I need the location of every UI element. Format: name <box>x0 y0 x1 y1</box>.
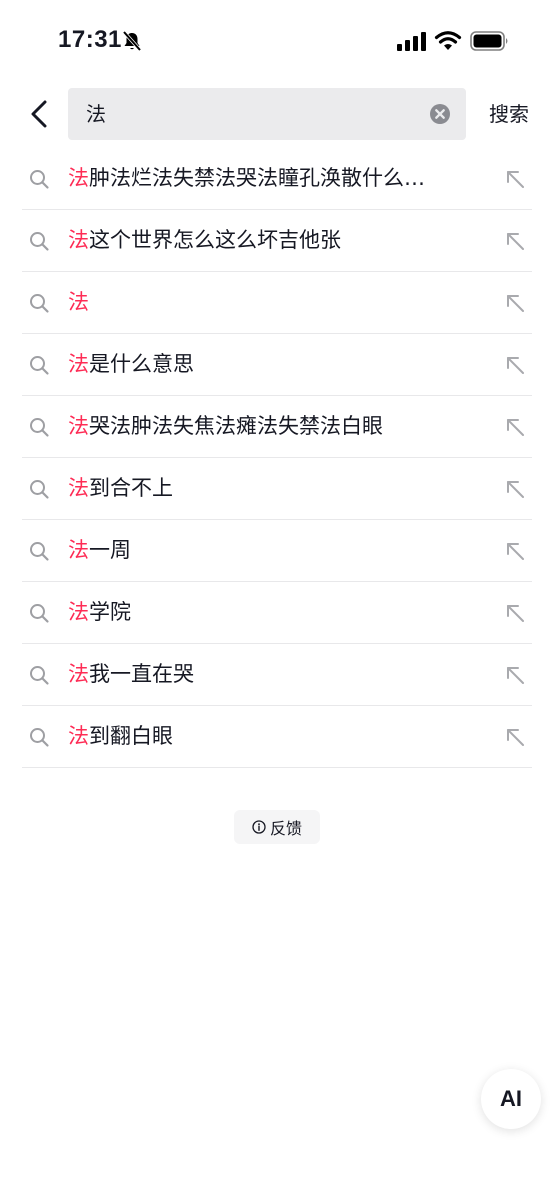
suggestion-highlight: 法 <box>68 476 89 500</box>
suggestion-text: 法肿法烂法失禁法哭法瞳孔涣散什么… <box>68 148 476 209</box>
suggestion-text: 法到翻白眼 <box>68 706 476 767</box>
search-icon <box>30 480 49 499</box>
suggestion-rest: 哭法肿法失焦法瘫法失禁法白眼 <box>89 414 383 438</box>
fill-query-arrow-icon[interactable] <box>503 229 527 253</box>
fill-query-arrow-icon[interactable] <box>503 415 527 439</box>
suggestion-text: 法我一直在哭 <box>68 644 476 705</box>
fill-query-arrow-icon[interactable] <box>503 539 527 563</box>
suggestion-rest: 我一直在哭 <box>89 662 194 686</box>
ai-label: AI <box>500 1086 522 1111</box>
search-icon <box>30 604 49 623</box>
fill-query-arrow-icon[interactable] <box>503 601 527 625</box>
suggestion-item[interactable]: 法一周 <box>22 520 532 582</box>
fill-query-arrow-icon[interactable] <box>503 725 527 749</box>
suggestion-highlight: 法 <box>68 414 89 438</box>
suggestion-item[interactable]: 法是什么意思 <box>22 334 532 396</box>
suggestion-text: 法一周 <box>68 520 476 581</box>
suggestion-rest: 学院 <box>89 600 131 624</box>
suggestion-highlight: 法 <box>68 538 89 562</box>
clear-input-icon[interactable] <box>430 104 450 124</box>
search-box[interactable] <box>68 88 466 140</box>
back-button[interactable] <box>22 96 56 132</box>
suggestion-item[interactable]: 法哭法肿法失焦法瘫法失禁法白眼 <box>22 396 532 458</box>
suggestion-highlight: 法 <box>68 662 89 686</box>
fill-query-arrow-icon[interactable] <box>503 663 527 687</box>
wifi-icon <box>434 31 462 50</box>
ai-assistant-button[interactable]: AI <box>481 1069 541 1129</box>
suggestion-item[interactable]: 法肿法烂法失禁法哭法瞳孔涣散什么… <box>22 148 532 210</box>
bell-slash-icon <box>122 30 142 52</box>
fill-query-arrow-icon[interactable] <box>503 167 527 191</box>
search-icon <box>30 294 49 313</box>
suggestion-list: 法肿法烂法失禁法哭法瞳孔涣散什么… 法这个世界怎么这么坏吉他张 法 法是什么意思… <box>22 148 532 768</box>
suggestion-text: 法 <box>68 272 476 333</box>
suggestion-rest: 到翻白眼 <box>89 724 173 748</box>
search-submit-button[interactable]: 搜索 <box>489 88 529 140</box>
battery-icon <box>470 31 508 51</box>
fill-query-arrow-icon[interactable] <box>503 477 527 501</box>
search-icon <box>30 356 49 375</box>
suggestion-highlight: 法 <box>68 600 89 624</box>
status-bar: 17:31 <box>0 0 554 80</box>
search-input[interactable] <box>86 88 406 140</box>
suggestion-item[interactable]: 法到翻白眼 <box>22 706 532 768</box>
suggestion-item[interactable]: 法我一直在哭 <box>22 644 532 706</box>
suggestion-highlight: 法 <box>68 166 89 190</box>
fill-query-arrow-icon[interactable] <box>503 291 527 315</box>
suggestion-highlight: 法 <box>68 290 89 314</box>
fill-query-arrow-icon[interactable] <box>503 353 527 377</box>
info-icon <box>252 820 266 834</box>
suggestion-text: 法学院 <box>68 582 476 643</box>
search-icon <box>30 232 49 251</box>
feedback-button[interactable]: 反馈 <box>234 810 320 844</box>
suggestion-rest: 是什么意思 <box>89 352 194 376</box>
search-icon <box>30 170 49 189</box>
suggestion-item[interactable]: 法学院 <box>22 582 532 644</box>
suggestion-rest: 肿法烂法失禁法哭法瞳孔涣散什么… <box>89 166 425 190</box>
suggestion-item[interactable]: 法这个世界怎么这么坏吉他张 <box>22 210 532 272</box>
status-time: 17:31 <box>58 26 122 53</box>
search-icon <box>30 728 49 747</box>
suggestion-item[interactable]: 法 <box>22 272 532 334</box>
feedback-label: 反馈 <box>269 819 302 838</box>
suggestion-highlight: 法 <box>68 352 89 376</box>
chevron-left-icon <box>31 100 47 128</box>
search-icon <box>30 666 49 685</box>
search-icon <box>30 542 49 561</box>
suggestion-text: 法是什么意思 <box>68 334 476 395</box>
search-header: 搜索 <box>0 88 554 140</box>
suggestion-rest: 一周 <box>89 538 131 562</box>
suggestion-text: 法哭法肿法失焦法瘫法失禁法白眼 <box>68 396 476 457</box>
signal-icon <box>397 32 426 51</box>
suggestion-highlight: 法 <box>68 724 89 748</box>
search-suggest-screen: 17:31 法 搜索 法肿法烂法失禁法哭法瞳孔涣散什么… 法这个世界怎么这么坏吉… <box>0 0 554 1200</box>
suggestion-item[interactable]: 法到合不上 <box>22 458 532 520</box>
suggestion-highlight: 法 <box>68 228 89 252</box>
suggestion-rest: 到合不上 <box>89 476 173 500</box>
suggestion-text: 法这个世界怎么这么坏吉他张 <box>68 210 476 271</box>
suggestion-rest: 这个世界怎么这么坏吉他张 <box>89 228 341 252</box>
suggestion-text: 法到合不上 <box>68 458 476 519</box>
search-icon <box>30 418 49 437</box>
